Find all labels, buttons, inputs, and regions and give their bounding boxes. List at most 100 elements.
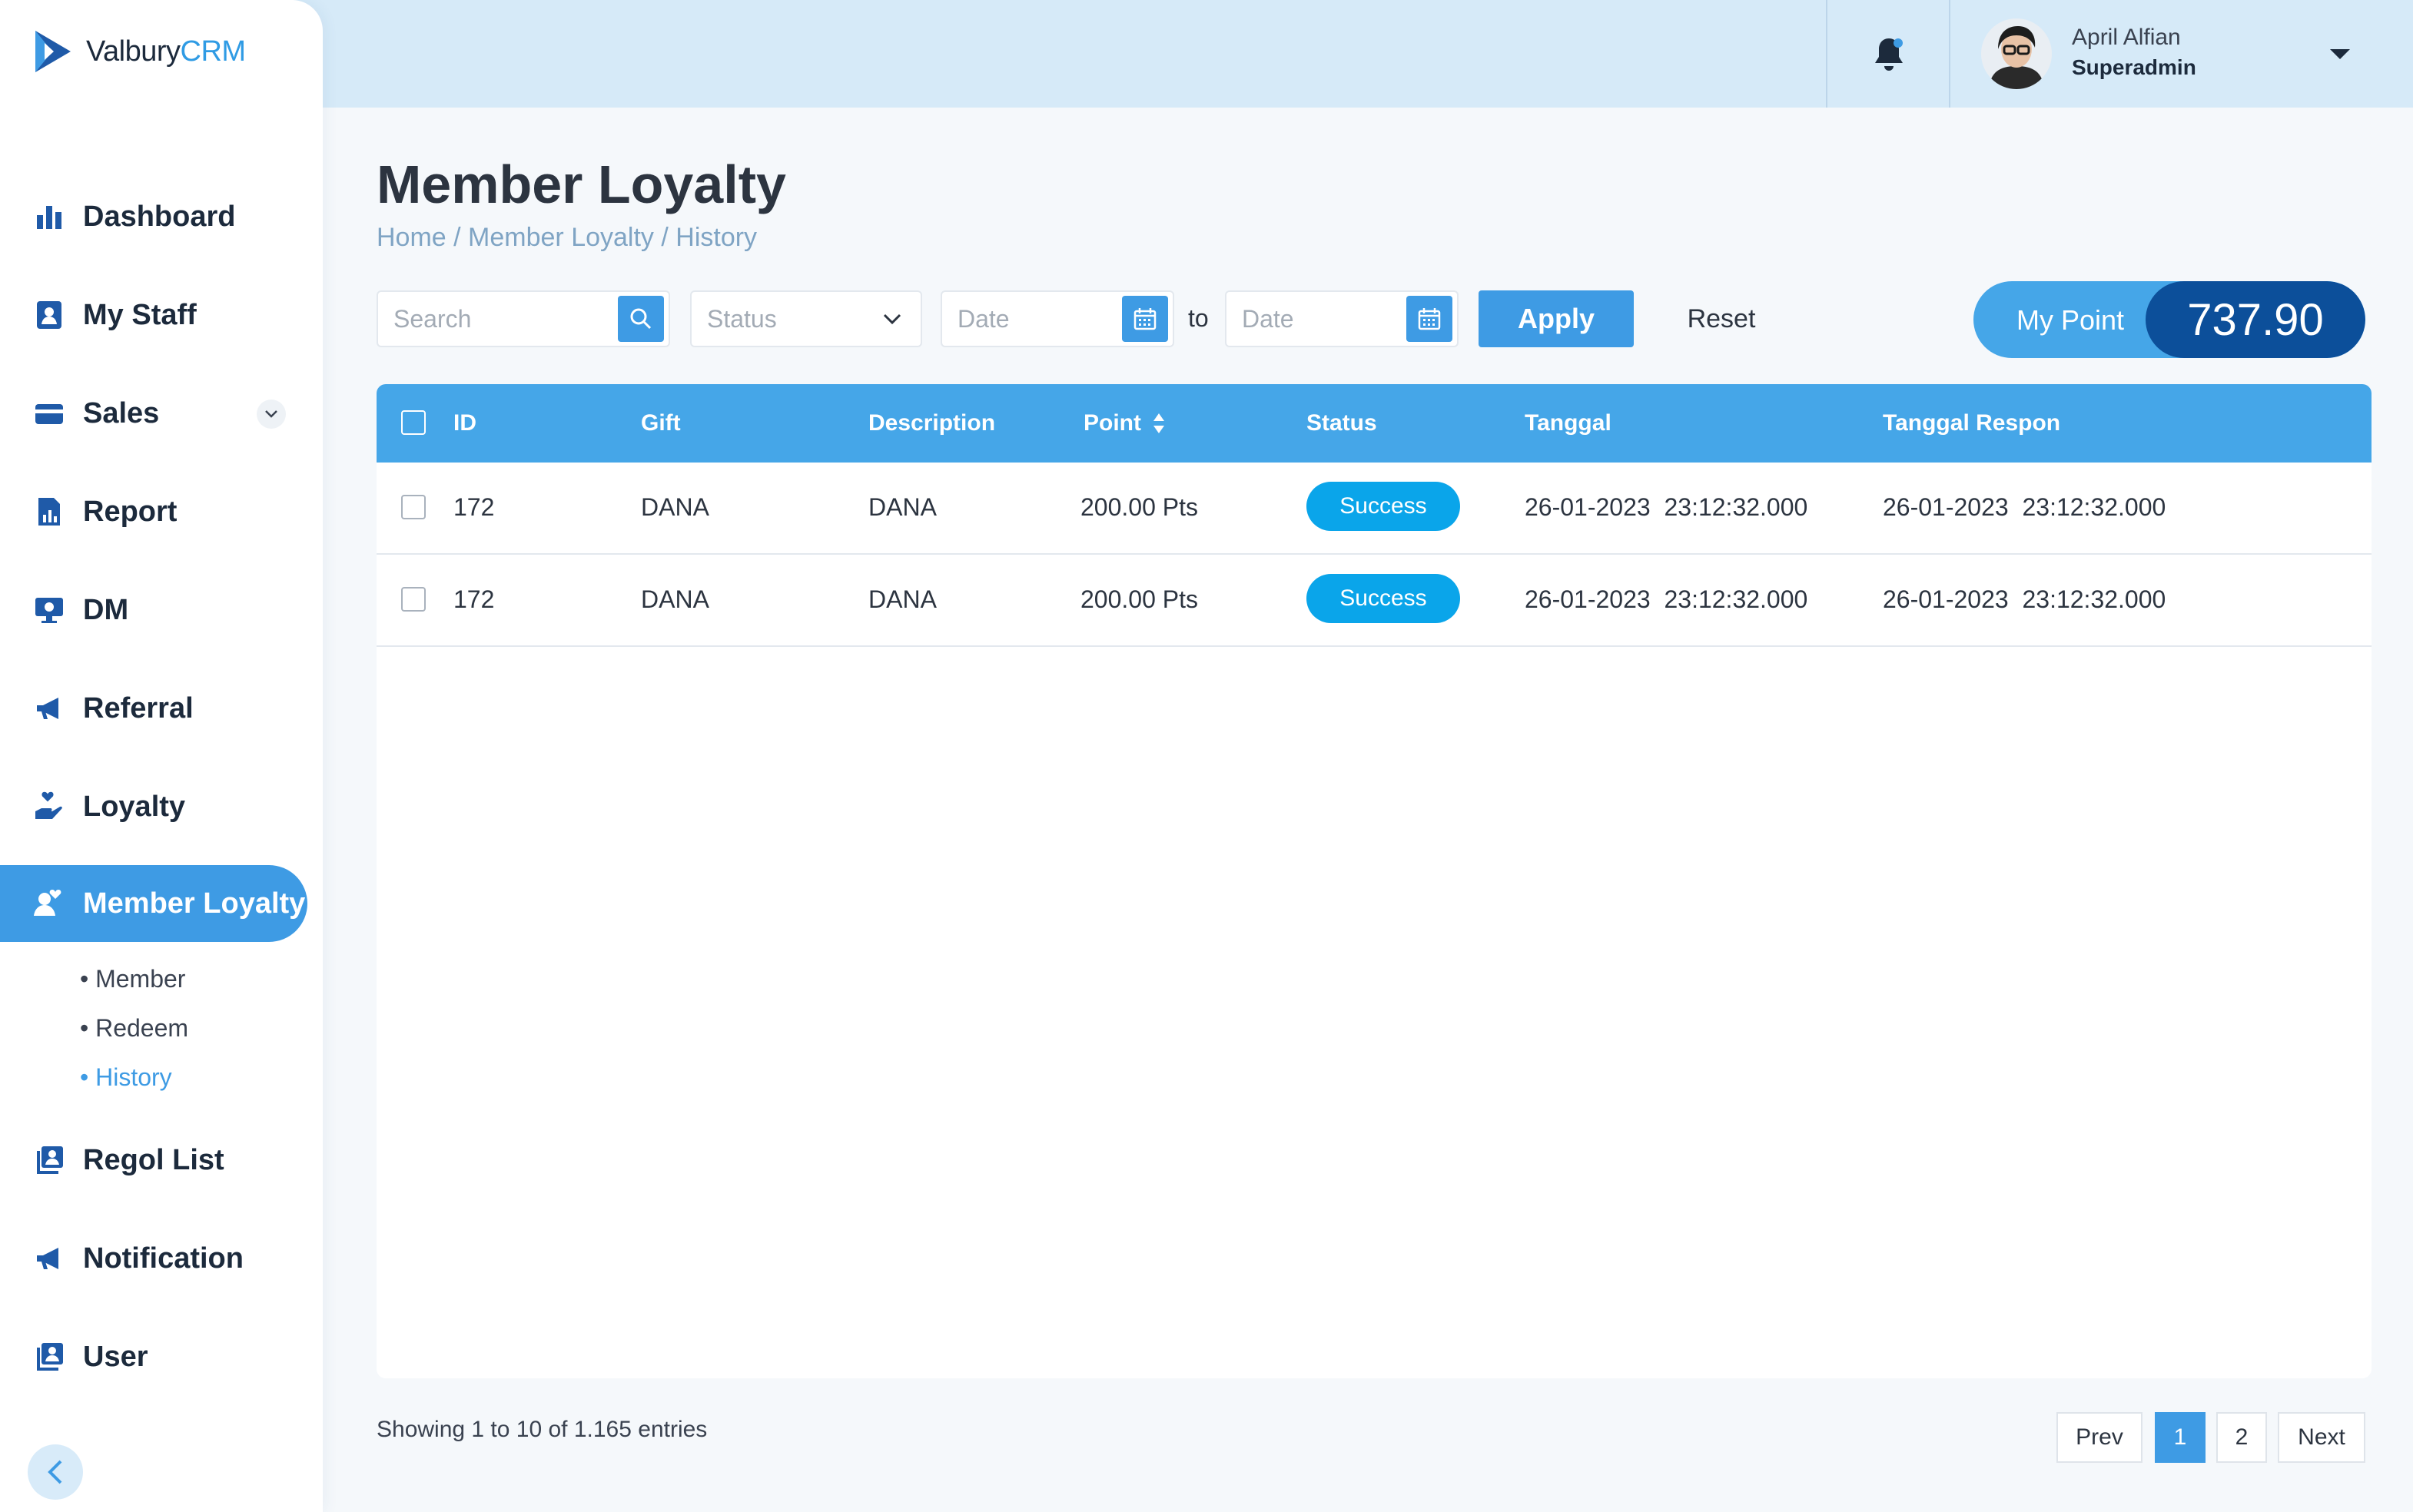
sidebar-item-user[interactable]: User bbox=[0, 1318, 307, 1395]
sidebar-item-member-loyalty[interactable]: Member Loyalty bbox=[0, 865, 307, 942]
logo-icon bbox=[35, 31, 71, 72]
submenu-item-redeem[interactable]: • Redeem bbox=[80, 1014, 188, 1043]
sidebar-item-label: User bbox=[83, 1340, 148, 1373]
column-header-description: Description bbox=[868, 410, 996, 436]
next-page-button[interactable]: Next bbox=[2278, 1412, 2365, 1463]
date-to-field[interactable]: Date bbox=[1225, 290, 1459, 347]
calendar-icon bbox=[1418, 308, 1441, 330]
status-badge: Success bbox=[1306, 574, 1460, 623]
sidebar-item-label: Report bbox=[83, 495, 178, 528]
sort-icon[interactable] bbox=[1152, 412, 1166, 435]
cell-id: 172 bbox=[453, 493, 495, 521]
my-point-label: My Point bbox=[2016, 304, 2125, 336]
calendar-icon bbox=[1133, 308, 1157, 330]
sidebar-item-regol-list[interactable]: Regol List bbox=[0, 1122, 307, 1199]
prev-page-button[interactable]: Prev bbox=[2056, 1412, 2142, 1463]
user-name: April Alfian bbox=[2072, 25, 2181, 50]
submenu-item-member[interactable]: • Member bbox=[80, 965, 185, 993]
select-all-checkbox[interactable] bbox=[401, 410, 426, 435]
bar-chart-icon bbox=[32, 200, 66, 234]
cell-point: 200.00 Pts bbox=[1080, 493, 1198, 521]
search-input[interactable]: Search bbox=[377, 290, 670, 347]
cell-tanggal-respon: 26-01-2023 23:12:32.000 bbox=[1883, 585, 2166, 613]
cell-description: DANA bbox=[868, 585, 937, 613]
table-row: 172 DANA DANA 200.00 Pts Success 26-01-2… bbox=[377, 463, 2372, 555]
breadcrumb-member-loyalty[interactable]: Member Loyalty bbox=[468, 223, 654, 252]
sidebar-item-sales[interactable]: Sales bbox=[0, 375, 307, 452]
chevron-down-icon[interactable] bbox=[257, 400, 286, 429]
cell-gift: DANA bbox=[641, 493, 709, 521]
megaphone-icon bbox=[32, 691, 66, 725]
contacts-book-icon bbox=[32, 1143, 66, 1177]
megaphone-icon bbox=[32, 1242, 66, 1275]
chevron-down-icon bbox=[883, 313, 901, 325]
sidebar-item-loyalty[interactable]: Loyalty bbox=[0, 768, 307, 845]
date-from-picker-button[interactable] bbox=[1122, 296, 1168, 342]
breadcrumb-home[interactable]: Home bbox=[377, 223, 446, 252]
cell-gift: DANA bbox=[641, 585, 709, 613]
collapse-sidebar-button[interactable] bbox=[28, 1444, 83, 1500]
search-icon bbox=[630, 308, 652, 330]
sidebar-item-label: My Staff bbox=[83, 298, 197, 331]
status-select[interactable]: Status bbox=[690, 290, 922, 347]
cell-tanggal-respon: 26-01-2023 23:12:32.000 bbox=[1883, 493, 2166, 521]
column-header-tanggal-respon: Tanggal Respon bbox=[1883, 410, 2061, 436]
sidebar-item-dm[interactable]: DM bbox=[0, 572, 307, 648]
sidebar-item-label: Sales bbox=[83, 396, 160, 429]
topbar-divider bbox=[1949, 0, 1950, 108]
bell-icon[interactable] bbox=[1870, 35, 1907, 74]
column-header-status: Status bbox=[1306, 410, 1377, 436]
brand-name: ValburyCRM bbox=[86, 35, 246, 68]
user-heart-icon bbox=[32, 887, 66, 920]
row-checkbox[interactable] bbox=[401, 495, 426, 519]
table-row: 172 DANA DANA 200.00 Pts Success 26-01-2… bbox=[377, 555, 2372, 647]
avatar[interactable] bbox=[1981, 18, 2052, 89]
top-bar: April Alfian Superadmin bbox=[0, 0, 2413, 108]
cell-id: 172 bbox=[453, 585, 495, 613]
sidebar-item-label: Referral bbox=[83, 691, 194, 724]
my-point-widget: My Point 737.90 bbox=[1973, 281, 2365, 358]
page-button-1[interactable]: 1 bbox=[2155, 1412, 2206, 1463]
column-header-gift: Gift bbox=[641, 410, 681, 436]
history-table: ID Gift Description Point Status Tanggal… bbox=[377, 384, 2372, 1378]
contacts-book-icon bbox=[32, 1340, 66, 1374]
sidebar-item-my-staff[interactable]: My Staff bbox=[0, 277, 307, 353]
breadcrumb-history: History bbox=[675, 223, 758, 252]
sidebar: ValburyCRM Dashboard My Staff Sales Repo… bbox=[0, 0, 323, 1512]
brand-logo[interactable]: ValburyCRM bbox=[29, 28, 246, 75]
column-header-tanggal: Tanggal bbox=[1525, 410, 1611, 436]
page-button-2[interactable]: 2 bbox=[2216, 1412, 2267, 1463]
cell-tanggal: 26-01-2023 23:12:32.000 bbox=[1525, 493, 1808, 521]
sidebar-item-label: Dashboard bbox=[83, 200, 236, 233]
monitor-icon bbox=[32, 593, 66, 627]
column-header-id: ID bbox=[453, 410, 476, 436]
credit-card-icon bbox=[32, 396, 66, 430]
apply-button[interactable]: Apply bbox=[1479, 290, 1634, 347]
submenu-item-history[interactable]: • History bbox=[80, 1063, 172, 1092]
search-button[interactable] bbox=[618, 296, 664, 342]
date-to-picker-button[interactable] bbox=[1406, 296, 1452, 342]
id-card-icon bbox=[32, 298, 66, 332]
sidebar-item-dashboard[interactable]: Dashboard bbox=[0, 178, 307, 255]
chevron-left-icon bbox=[48, 1460, 62, 1484]
sidebar-item-notification[interactable]: Notification bbox=[0, 1220, 307, 1297]
report-icon bbox=[32, 495, 66, 529]
cell-description: DANA bbox=[868, 493, 937, 521]
entries-summary: Showing 1 to 10 of 1.165 entries bbox=[377, 1417, 708, 1442]
sidebar-item-report[interactable]: Report bbox=[0, 473, 307, 550]
my-point-value: 737.90 bbox=[2146, 281, 2365, 358]
status-badge: Success bbox=[1306, 482, 1460, 531]
row-checkbox[interactable] bbox=[401, 587, 426, 612]
sidebar-item-label: Loyalty bbox=[83, 790, 186, 823]
sidebar-item-label: Notification bbox=[83, 1242, 244, 1275]
sidebar-item-label: Member Loyalty bbox=[83, 887, 306, 920]
page-title: Member Loyalty bbox=[377, 154, 786, 214]
date-from-field[interactable]: Date bbox=[941, 290, 1174, 347]
sidebar-item-referral[interactable]: Referral bbox=[0, 670, 307, 747]
chevron-down-icon[interactable] bbox=[2328, 46, 2352, 61]
reset-button[interactable]: Reset bbox=[1668, 290, 1775, 347]
sidebar-item-label: Regol List bbox=[83, 1143, 224, 1176]
column-header-point[interactable]: Point bbox=[1084, 410, 1166, 436]
user-role: Superadmin bbox=[2072, 55, 2196, 79]
table-header: ID Gift Description Point Status Tanggal… bbox=[377, 384, 2372, 463]
